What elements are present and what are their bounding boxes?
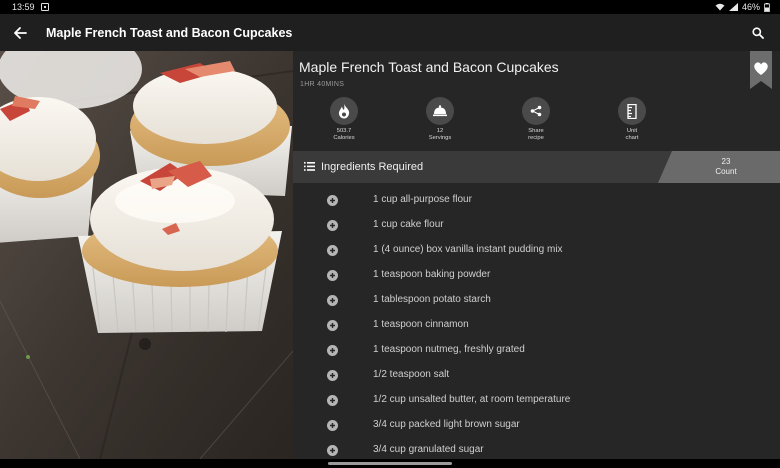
favorite-button[interactable] xyxy=(750,51,772,89)
cupcake-photo xyxy=(0,51,293,459)
add-icon[interactable] xyxy=(327,295,338,306)
ingredient-text: 1 cup all-purpose flour xyxy=(373,194,472,205)
share-icon xyxy=(522,97,550,125)
home-gesture-handle[interactable] xyxy=(328,462,452,465)
ingredient-text: 3/4 cup packed light brown sugar xyxy=(373,419,520,430)
share-label-2: recipe xyxy=(528,135,544,141)
add-icon[interactable] xyxy=(327,195,338,206)
ingredient-row[interactable]: 1/2 teaspoon salt xyxy=(293,364,780,389)
ingredient-text: 3/4 cup granulated sugar xyxy=(373,444,484,455)
app-title: Maple French Toast and Bacon Cupcakes xyxy=(46,25,293,40)
servings-stat[interactable]: 12 Servings xyxy=(410,97,470,142)
share-recipe-button[interactable]: Share recipe xyxy=(506,97,566,142)
ingredient-text: 1 tablespoon potato starch xyxy=(373,294,491,305)
ingredient-count-label: Count xyxy=(715,167,737,176)
ingredient-row[interactable]: 3/4 cup packed light brown sugar xyxy=(293,414,780,439)
unit-label-1: Unit xyxy=(626,128,638,134)
servings-value: 12 xyxy=(436,128,444,134)
ingredient-row[interactable]: 3/4 cup granulated sugar xyxy=(293,439,780,459)
search-button[interactable] xyxy=(744,14,772,51)
ingredient-row[interactable]: 1 tablespoon potato starch xyxy=(293,289,780,314)
unit-chart-button[interactable]: Unit chart xyxy=(602,97,662,142)
recipe-title: Maple French Toast and Bacon Cupcakes xyxy=(299,59,559,75)
status-time: 13:59 xyxy=(12,2,35,12)
ingredients-title: Ingredients Required xyxy=(321,161,424,173)
add-icon[interactable] xyxy=(327,370,338,381)
ingredient-row[interactable]: 1/2 cup unsalted butter, at room tempera… xyxy=(293,389,780,414)
ingredient-row[interactable]: 1 teaspoon baking powder xyxy=(293,264,780,289)
calories-stat[interactable]: 503.7 Calories xyxy=(314,97,374,142)
ingredient-row[interactable]: 1 cup all-purpose flour xyxy=(293,189,780,214)
add-icon[interactable] xyxy=(327,345,338,356)
ingredient-count: 23 xyxy=(721,157,731,166)
add-icon[interactable] xyxy=(327,395,338,406)
add-icon[interactable] xyxy=(327,270,338,281)
notification-icon xyxy=(40,3,49,11)
calories-value: 503.7 xyxy=(336,128,352,134)
cloche-icon xyxy=(426,97,454,125)
ingredient-text: 1 teaspoon baking powder xyxy=(373,269,491,280)
ruler-icon xyxy=(618,97,646,125)
flame-icon xyxy=(330,97,358,125)
ingredients-header: Ingredients Required 23 Count xyxy=(293,151,780,183)
list-icon xyxy=(304,162,315,171)
add-icon[interactable] xyxy=(327,320,338,331)
recipe-time: 1HR 40MINS xyxy=(300,81,345,88)
back-button[interactable] xyxy=(0,14,40,51)
add-icon[interactable] xyxy=(327,445,338,456)
ingredient-text: 1 cup cake flour xyxy=(373,219,444,230)
add-icon[interactable] xyxy=(327,220,338,231)
battery-percent: 46% xyxy=(741,2,760,12)
status-left: 13:59 xyxy=(12,2,49,12)
battery-icon xyxy=(764,2,770,12)
app-bar: Maple French Toast and Bacon Cupcakes xyxy=(0,14,780,51)
recipe-photo xyxy=(0,51,293,459)
ingredient-row[interactable]: 1 teaspoon nutmeg, freshly grated xyxy=(293,339,780,364)
ingredient-row[interactable]: 1 cup cake flour xyxy=(293,214,780,239)
arrow-left-icon xyxy=(14,26,27,39)
servings-label: Servings xyxy=(428,135,452,141)
calories-label: Calories xyxy=(333,135,355,141)
share-label-1: Share xyxy=(528,128,544,134)
add-icon[interactable] xyxy=(327,420,338,431)
ingredient-text: 1 teaspoon cinnamon xyxy=(373,319,469,330)
navigation-bar xyxy=(0,459,780,468)
ingredient-list: 1 cup all-purpose flour 1 cup cake flour… xyxy=(293,189,780,459)
search-icon xyxy=(752,26,764,39)
ingredient-row[interactable]: 1 teaspoon cinnamon xyxy=(293,314,780,339)
status-right: 46% xyxy=(715,2,770,12)
add-icon[interactable] xyxy=(327,245,338,256)
ingredient-text: 1 (4 ounce) box vanilla instant pudding … xyxy=(373,244,563,255)
status-bar: 13:59 46% xyxy=(0,0,780,14)
unit-label-2: chart xyxy=(625,135,639,141)
wifi-icon xyxy=(715,3,725,11)
recipe-details-panel: Maple French Toast and Bacon Cupcakes 1H… xyxy=(293,51,780,459)
ingredient-text: 1/2 teaspoon salt xyxy=(373,369,450,380)
ingredient-text: 1 teaspoon nutmeg, freshly grated xyxy=(373,344,525,355)
ingredient-text: 1/2 cup unsalted butter, at room tempera… xyxy=(373,394,571,405)
recipe-stats: 503.7 Calories 12 Servings Share recipe … xyxy=(293,97,780,147)
ingredient-count-badge: 23 Count xyxy=(658,151,780,183)
signal-icon xyxy=(728,3,738,11)
ingredient-row[interactable]: 1 (4 ounce) box vanilla instant pudding … xyxy=(293,239,780,264)
